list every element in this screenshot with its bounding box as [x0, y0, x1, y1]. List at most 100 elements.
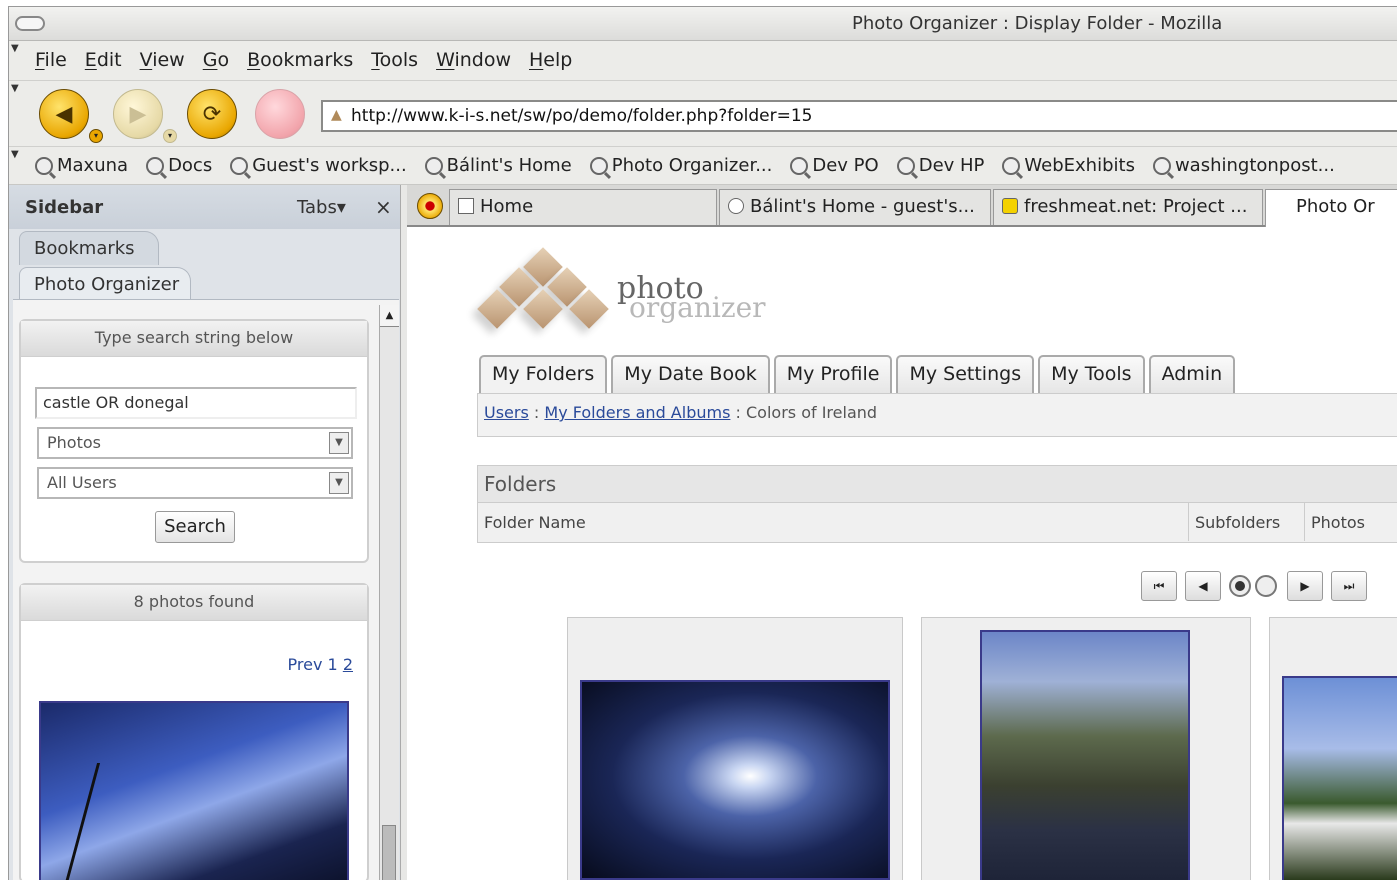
tab-my-date-book[interactable]: My Date Book — [611, 355, 770, 393]
bookmark-icon — [1152, 156, 1171, 175]
first-page-button[interactable]: ⏮ — [1141, 571, 1177, 601]
scrollbar-thumb[interactable] — [382, 825, 396, 880]
bookmark-washingtonpost[interactable]: washingtonpost... — [1152, 155, 1335, 176]
sidebar-close-button[interactable]: × — [375, 195, 392, 219]
view-mode-radio[interactable] — [1255, 575, 1277, 597]
toolbar-grip-icon[interactable]: ▼ — [11, 43, 19, 54]
bookmark-icon — [790, 156, 809, 175]
tab-balint-home[interactable]: Bálint's Home - guest's... — [719, 189, 991, 225]
sidebar-scrollbar[interactable]: ▲ — [379, 305, 399, 880]
menu-go[interactable]: Go — [203, 49, 229, 71]
menu-bar: ▼ File Edit View Go Bookmarks Tools Wind… — [9, 41, 1397, 81]
chevron-down-icon: ▼ — [329, 432, 349, 454]
page-content: photo organizer My Folders My Date Book … — [407, 227, 1397, 880]
bookmark-maxuna[interactable]: Maxuna — [35, 155, 128, 176]
scroll-up-icon[interactable]: ▲ — [380, 305, 399, 327]
photo-organizer-logo — [477, 247, 609, 347]
tab-freshmeat[interactable]: freshmeat.net: Project ... — [993, 189, 1263, 225]
photo-card — [567, 617, 903, 880]
url-text[interactable]: http://www.k-i-s.net/sw/po/demo/folder.p… — [351, 106, 813, 126]
reload-icon: ⟳ — [202, 101, 222, 127]
pager-prev-link[interactable]: Prev — [288, 655, 323, 674]
tab-close-icon[interactable] — [417, 193, 443, 219]
back-history-dropdown[interactable]: ▾ — [89, 129, 103, 143]
sidebar-panel-bookmarks[interactable]: Bookmarks — [19, 231, 159, 265]
menu-edit[interactable]: Edit — [85, 49, 122, 71]
menu-view[interactable]: View — [140, 49, 185, 71]
window-title: Photo Organizer : Display Folder - Mozil… — [852, 13, 1223, 34]
sidebar-panel-photo-organizer[interactable]: Photo Organizer — [19, 267, 191, 301]
forward-arrow-icon: ▶ — [129, 101, 147, 127]
column-folder-name[interactable]: Folder Name — [484, 513, 586, 532]
tab-my-tools[interactable]: My Tools — [1038, 355, 1145, 393]
breadcrumb-separator: : — [735, 403, 741, 422]
forward-history-dropdown[interactable]: ▾ — [163, 129, 177, 143]
tab-my-folders[interactable]: My Folders — [479, 355, 608, 393]
photo-card — [1269, 617, 1397, 880]
slideshow-controls: ⏮ ◀ ▶ ⏭ — [1141, 571, 1375, 601]
menu-help[interactable]: Help — [529, 49, 572, 71]
window-menu-button[interactable] — [15, 16, 45, 31]
menu-file[interactable]: File — [35, 49, 67, 71]
menu-window[interactable]: Window — [436, 49, 511, 71]
breadcrumb-users[interactable]: Users — [484, 403, 529, 422]
title-bar: Photo Organizer : Display Folder - Mozil… — [9, 7, 1397, 41]
bookmark-photo-organizer[interactable]: Photo Organizer... — [589, 155, 772, 176]
column-photos[interactable]: Photos — [1304, 503, 1371, 541]
menu-bookmarks[interactable]: Bookmarks — [247, 49, 353, 71]
view-mode-radio-selected[interactable] — [1229, 575, 1251, 597]
url-bar[interactable]: ▲ http://www.k-i-s.net/sw/po/demo/folder… — [321, 100, 1397, 132]
tab-my-profile[interactable]: My Profile — [773, 355, 893, 393]
photo-thumbnail[interactable] — [1282, 676, 1397, 880]
photo-thumbnail[interactable] — [580, 680, 890, 880]
tab-home[interactable]: Home — [449, 189, 717, 225]
sidebar-tabs-menu[interactable]: Tabs▾ — [297, 197, 346, 218]
pager-page-2[interactable]: 2 — [343, 655, 353, 674]
back-button[interactable]: ◀ — [39, 89, 89, 139]
bookmark-dev-hp[interactable]: Dev HP — [896, 155, 984, 176]
browser-window: Photo Organizer : Display Folder - Mozil… — [8, 6, 1397, 880]
folders-header: Folders — [477, 465, 1397, 503]
search-button[interactable]: Search — [155, 511, 235, 543]
site-favicon-icon: ▲ — [331, 107, 342, 123]
tab-my-settings[interactable]: My Settings — [896, 355, 1035, 393]
bookmark-icon — [589, 156, 608, 175]
bookmarks-toolbar: ▼ Maxuna Docs Guest's worksp... Bálint's… — [9, 147, 1397, 185]
bookmark-webexhibits[interactable]: WebExhibits — [1002, 155, 1135, 176]
photo-thumbnail[interactable] — [980, 630, 1190, 880]
stop-button[interactable] — [255, 89, 305, 139]
breadcrumb-folders[interactable]: My Folders and Albums — [544, 403, 730, 422]
search-panel-header: Type search string below — [21, 321, 367, 357]
bookmark-balint-home[interactable]: Bálint's Home — [424, 155, 572, 176]
chevron-down-icon: ▾ — [336, 197, 346, 218]
results-panel: 8 photos found Prev 1 2 — [19, 583, 369, 880]
sidebar-title: Sidebar — [25, 197, 104, 218]
results-count: 8 photos found — [21, 585, 367, 621]
result-photo-thumbnail[interactable] — [39, 701, 349, 880]
forward-button[interactable]: ▶ — [113, 89, 163, 139]
bookmark-icon — [35, 156, 53, 175]
bookmark-icon — [424, 156, 443, 175]
menu-tools[interactable]: Tools — [371, 49, 418, 71]
previous-button[interactable]: ◀ — [1185, 571, 1221, 601]
search-input[interactable]: castle OR donegal — [35, 387, 357, 419]
search-user-select[interactable]: All Users ▼ — [37, 467, 353, 499]
toolbar-grip-icon[interactable]: ▼ — [11, 149, 19, 160]
sidebar: Sidebar Tabs▾ × Bookmarks Photo Organize… — [9, 185, 401, 880]
search-type-select[interactable]: Photos ▼ — [37, 427, 353, 459]
column-subfolders[interactable]: Subfolders — [1188, 503, 1286, 541]
freshmeat-icon — [1002, 198, 1018, 214]
tab-admin[interactable]: Admin — [1148, 355, 1236, 393]
bookmark-dev-po[interactable]: Dev PO — [790, 155, 879, 176]
tab-photo-organizer[interactable]: Photo Or — [1265, 189, 1397, 227]
reload-button[interactable]: ⟳ — [187, 89, 237, 139]
breadcrumb: Users : My Folders and Albums : Colors o… — [477, 393, 1397, 437]
bookmark-docs[interactable]: Docs — [146, 155, 212, 176]
bookmark-icon — [1002, 156, 1021, 175]
last-page-button[interactable]: ⏭ — [1331, 571, 1367, 601]
bookmark-guest-workspace[interactable]: Guest's worksp... — [230, 155, 407, 176]
toolbar-grip-icon[interactable]: ▼ — [11, 83, 19, 94]
app-nav-tabs: My Folders My Date Book My Profile My Se… — [479, 355, 1239, 393]
next-button[interactable]: ▶ — [1287, 571, 1323, 601]
folders-table-header: Folder Name Subfolders Photos — [477, 503, 1397, 543]
